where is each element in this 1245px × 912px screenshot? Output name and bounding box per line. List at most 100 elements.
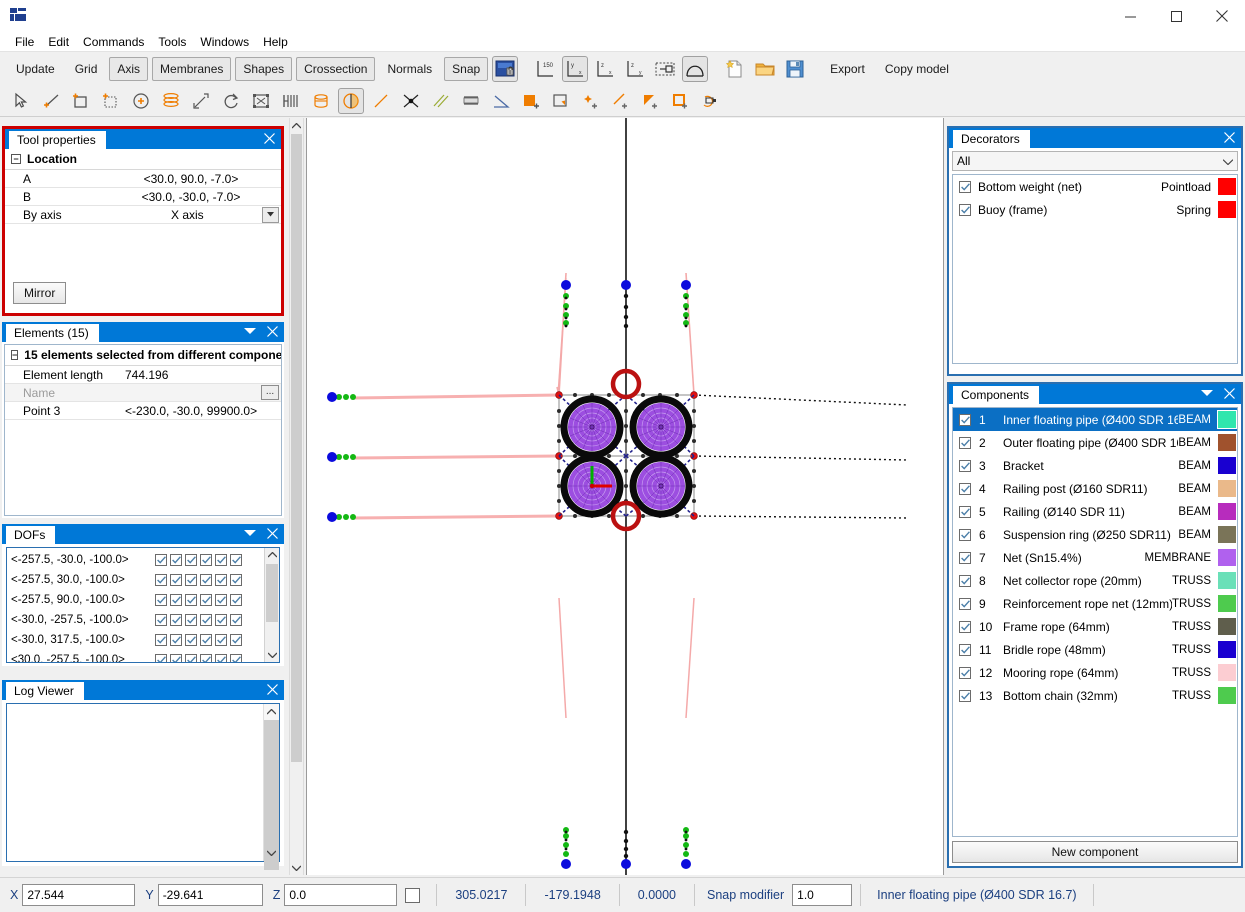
menu-commands[interactable]: Commands: [76, 33, 151, 51]
component-checkbox[interactable]: [959, 413, 971, 426]
new-file-icon[interactable]: [722, 56, 748, 82]
property-value-b[interactable]: <30.0, -30.0, -7.0>: [121, 190, 281, 204]
close-icon[interactable]: [1199, 0, 1245, 32]
component-color-swatch[interactable]: [1217, 617, 1237, 636]
location-group-header[interactable]: − Location: [5, 149, 281, 170]
components-close-icon[interactable]: [1221, 385, 1237, 401]
dof-checkbox[interactable]: [155, 554, 167, 566]
component-row[interactable]: 9 Reinforcement rope net (12mm) TRUSS: [953, 592, 1237, 615]
minimize-icon[interactable]: [1107, 0, 1153, 32]
menu-windows[interactable]: Windows: [193, 33, 256, 51]
component-checkbox[interactable]: [959, 436, 971, 449]
dof-checkbox[interactable]: [230, 654, 242, 662]
component-checkbox[interactable]: [959, 528, 971, 541]
element-row-length[interactable]: Element length 744.196: [5, 366, 281, 384]
dof-checkbox[interactable]: [185, 554, 197, 566]
toolbar-normals-button[interactable]: Normals: [379, 57, 440, 81]
tab-tool-properties[interactable]: Tool properties: [9, 131, 106, 149]
component-row[interactable]: 13 Bottom chain (32mm) TRUSS: [953, 684, 1237, 707]
elements-collapse-icon[interactable]: −: [11, 350, 19, 360]
dof-checkbox[interactable]: [215, 614, 227, 626]
cylinder-icon[interactable]: [158, 88, 184, 114]
dof-row[interactable]: <-30.0, -257.5, -100.0>: [7, 610, 264, 630]
component-color-swatch[interactable]: [1217, 479, 1237, 498]
dof-checkbox[interactable]: [230, 554, 242, 566]
toolbar-membranes-button[interactable]: Membranes: [152, 57, 232, 81]
parallel-icon[interactable]: [428, 88, 454, 114]
new-component-button[interactable]: New component: [952, 841, 1238, 863]
elements-close-icon[interactable]: [264, 323, 280, 339]
decorators-close-icon[interactable]: [1221, 129, 1237, 145]
status-y-input[interactable]: [157, 884, 263, 906]
dof-row[interactable]: <-257.5, -30.0, -100.0>: [7, 550, 264, 570]
scale-icon[interactable]: [188, 88, 214, 114]
component-color-swatch[interactable]: [1217, 410, 1237, 429]
dof-checkbox[interactable]: [200, 614, 212, 626]
decorators-filter-chevron-down-icon[interactable]: [1222, 154, 1234, 168]
tab-components[interactable]: Components: [953, 386, 1040, 404]
fit-view-icon[interactable]: [248, 88, 274, 114]
element-row-name[interactable]: Name ...: [5, 384, 281, 402]
export-button[interactable]: Export: [822, 57, 873, 81]
dof-checkbox[interactable]: [170, 654, 182, 662]
line-icon[interactable]: [368, 88, 394, 114]
dof-checkbox[interactable]: [170, 614, 182, 626]
tab-dofs[interactable]: DOFs: [6, 526, 56, 544]
component-row[interactable]: 6 Suspension ring (Ø250 SDR11) BEAM: [953, 523, 1237, 546]
dimension-zy-icon[interactable]: z y: [622, 56, 648, 82]
decorator-checkbox[interactable]: [959, 203, 971, 216]
toolbar-axis-button[interactable]: Axis: [109, 57, 149, 81]
dof-checkbox[interactable]: [230, 634, 242, 646]
maximize-icon[interactable]: [1153, 0, 1199, 32]
log-viewer-close-icon[interactable]: [264, 681, 280, 697]
dof-checkbox[interactable]: [200, 594, 212, 606]
component-color-swatch[interactable]: [1217, 594, 1237, 613]
point-add-icon[interactable]: [578, 88, 604, 114]
component-checkbox[interactable]: [959, 459, 971, 472]
by-axis-chevron-down-icon[interactable]: [262, 206, 279, 223]
property-row-b[interactable]: B <30.0, -30.0, -7.0>: [5, 188, 281, 206]
component-checkbox[interactable]: [959, 643, 971, 656]
intersection-icon[interactable]: [398, 88, 424, 114]
components-list[interactable]: 1 Inner floating pipe (Ø400 SDR 16.7) BEAM…: [952, 407, 1238, 837]
dof-checkbox[interactable]: [170, 594, 182, 606]
component-checkbox[interactable]: [959, 620, 971, 633]
dock-scroll-thumb[interactable]: [291, 134, 302, 762]
component-color-swatch[interactable]: [1217, 686, 1237, 705]
component-checkbox[interactable]: [959, 666, 971, 679]
dofs-scrollbar[interactable]: [264, 548, 279, 662]
component-row[interactable]: 5 Railing (Ø140 SDR 11) BEAM: [953, 500, 1237, 523]
status-snap-input[interactable]: [792, 884, 853, 906]
dof-checkbox[interactable]: [155, 574, 167, 586]
save-disk-icon[interactable]: [782, 56, 808, 82]
dof-row[interactable]: <30.0, -257.5, -100.0>: [7, 650, 264, 662]
dof-checkbox[interactable]: [200, 634, 212, 646]
tool-properties-close-icon[interactable]: [261, 130, 277, 146]
elements-group-header[interactable]: − 15 elements selected from different co…: [5, 345, 281, 366]
decorators-filter-select[interactable]: All: [952, 151, 1238, 171]
status-x-input[interactable]: [22, 884, 136, 906]
dof-checkbox[interactable]: [215, 654, 227, 662]
component-row[interactable]: 8 Net collector rope (20mm) TRUSS: [953, 569, 1237, 592]
line-plus-icon[interactable]: [608, 88, 634, 114]
tab-elements[interactable]: Elements (15): [6, 324, 99, 342]
dof-checkbox[interactable]: [185, 574, 197, 586]
dofs-scroll-thumb[interactable]: [266, 564, 278, 622]
component-row[interactable]: 4 Railing post (Ø160 SDR11) BEAM: [953, 477, 1237, 500]
component-checkbox[interactable]: [959, 574, 971, 587]
component-checkbox[interactable]: [959, 551, 971, 564]
log-scroll-up-icon[interactable]: [264, 704, 279, 720]
component-color-swatch[interactable]: [1217, 640, 1237, 659]
menu-edit[interactable]: Edit: [41, 33, 76, 51]
line-add-icon[interactable]: [38, 88, 64, 114]
dof-checkbox[interactable]: [170, 574, 182, 586]
dof-checkbox[interactable]: [230, 594, 242, 606]
dof-checkbox[interactable]: [170, 634, 182, 646]
collapse-icon[interactable]: −: [11, 154, 21, 164]
dimension-y-icon[interactable]: y x: [562, 56, 589, 82]
component-checkbox[interactable]: [959, 689, 971, 702]
dof-checkbox[interactable]: [155, 654, 167, 662]
dof-checkbox[interactable]: [230, 574, 242, 586]
toolbar-update-button[interactable]: Update: [8, 57, 63, 81]
dof-checkbox[interactable]: [185, 654, 197, 662]
